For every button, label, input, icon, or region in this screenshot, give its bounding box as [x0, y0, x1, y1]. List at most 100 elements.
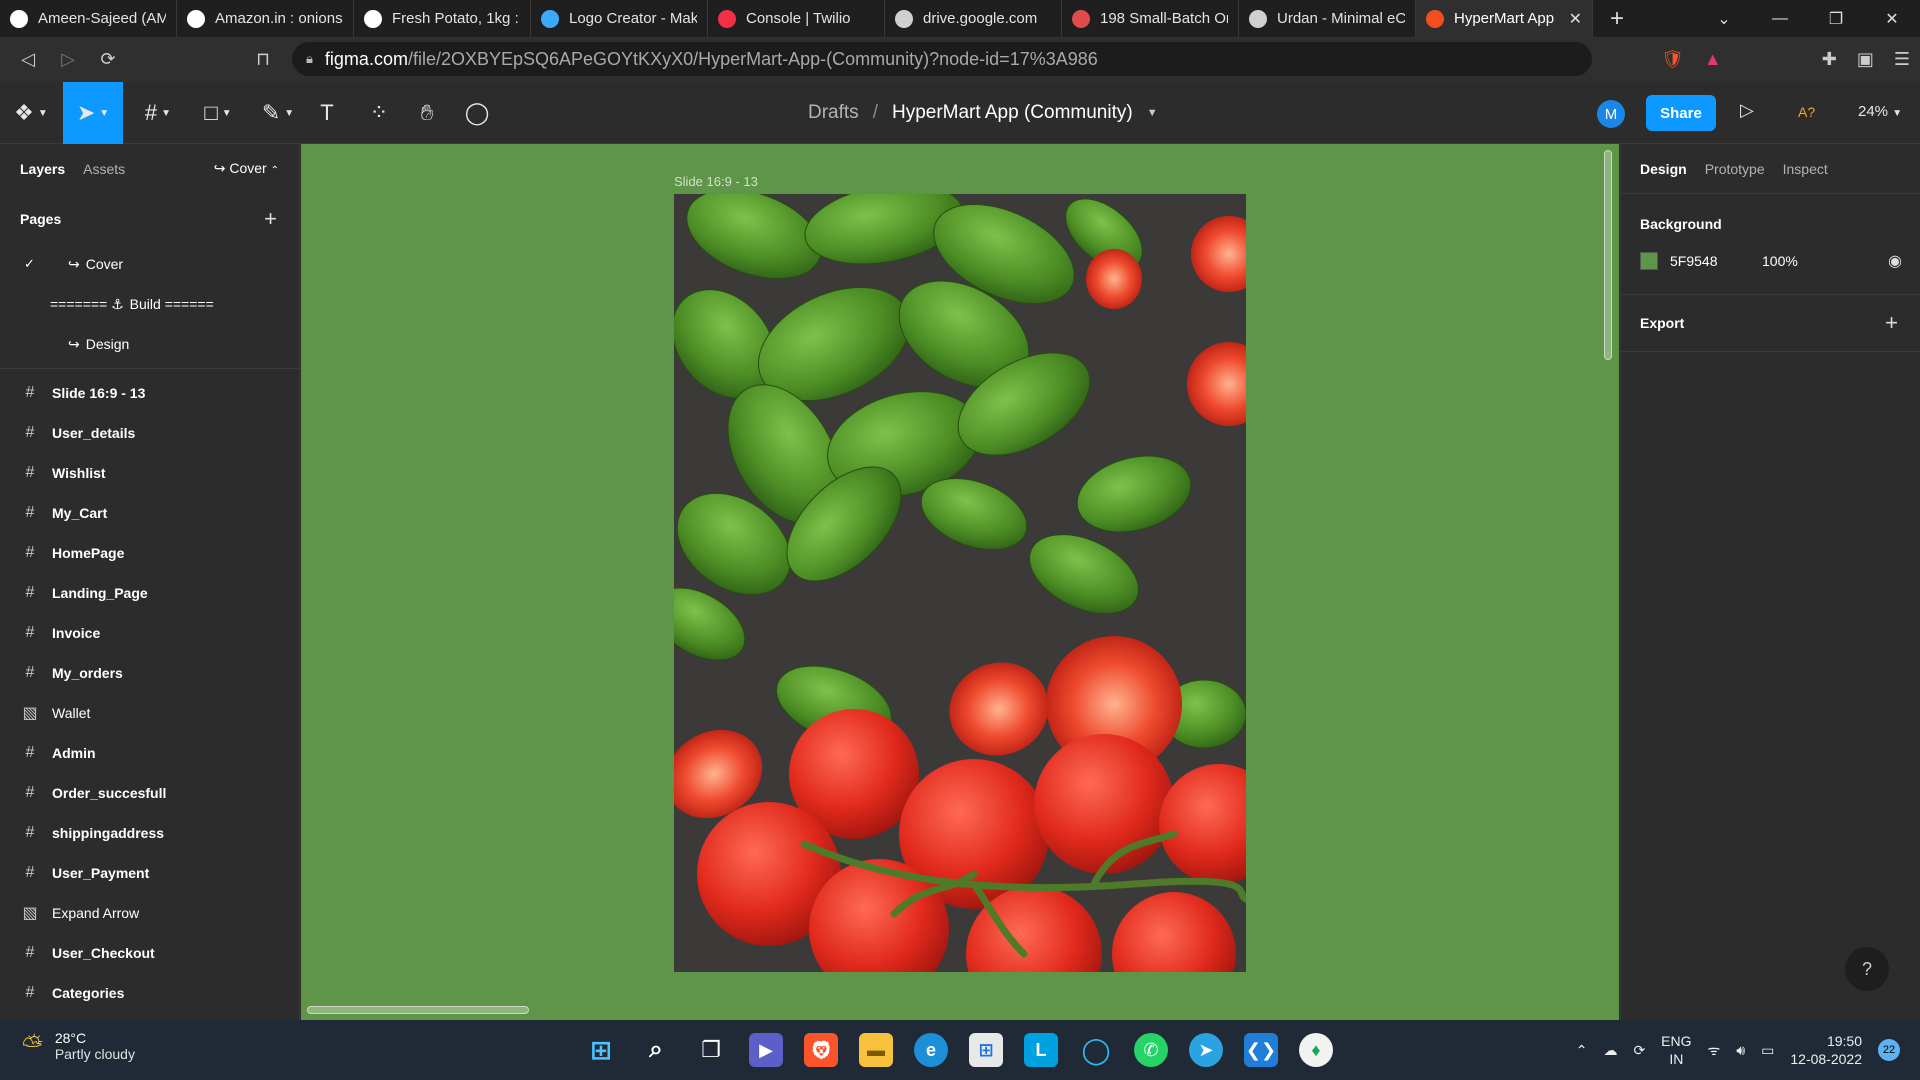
file-name[interactable]: HyperMart App (Community): [892, 102, 1133, 124]
brave-rewards-icon[interactable]: ▲: [1704, 49, 1722, 70]
comment-tool-button[interactable]: ◯: [462, 82, 492, 144]
file-explorer-icon[interactable]: ▬: [859, 1033, 893, 1067]
add-page-icon[interactable]: +: [264, 206, 277, 232]
add-export-icon[interactable]: +: [1885, 310, 1898, 336]
mongodb-compass-icon[interactable]: ♦: [1299, 1033, 1333, 1067]
minimize-icon[interactable]: —: [1752, 0, 1808, 37]
layer-item[interactable]: ▧ Expand Arrow: [0, 893, 299, 933]
main-menu-button[interactable]: ❖ ▼: [8, 82, 54, 144]
vertical-scrollbar[interactable]: [1604, 150, 1612, 360]
volume-icon[interactable]: 🔊︎: [1736, 1042, 1745, 1059]
browser-tab[interactable]: Console | Twilio: [708, 0, 885, 37]
menu-icon[interactable]: ☰: [1894, 49, 1910, 70]
wallet-icon[interactable]: ▣: [1857, 49, 1874, 70]
slide-frame-image[interactable]: [674, 194, 1246, 972]
teams-chat-icon[interactable]: ▶: [749, 1033, 783, 1067]
accessibility-badge[interactable]: A?: [1798, 104, 1815, 120]
browser-tab[interactable]: Urdan - Minimal eC: [1239, 0, 1416, 37]
hand-tool-button[interactable]: ✋︎: [412, 82, 442, 144]
whatsapp-icon[interactable]: ✆: [1134, 1033, 1168, 1067]
layer-item[interactable]: # Slide 16:9 - 13: [0, 373, 299, 413]
layer-item[interactable]: # Invoice: [0, 613, 299, 653]
layer-item[interactable]: # User_Checkout: [0, 933, 299, 973]
restore-icon[interactable]: ❐: [1808, 0, 1864, 37]
layer-item[interactable]: # My_orders: [0, 653, 299, 693]
browser-tab[interactable]: drive.google.com: [885, 0, 1062, 37]
background-color-swatch[interactable]: [1640, 252, 1658, 270]
layer-item[interactable]: # Order_succesfull: [0, 773, 299, 813]
layer-item[interactable]: # Wishlist: [0, 453, 299, 493]
bookmark-icon[interactable]: ⊓: [243, 49, 283, 70]
frame-label[interactable]: Slide 16:9 - 13: [674, 174, 758, 189]
layer-item[interactable]: # Admin: [0, 733, 299, 773]
layer-item[interactable]: # User_details: [0, 413, 299, 453]
layer-item[interactable]: # shippingaddress: [0, 813, 299, 853]
vscode-icon[interactable]: ❮❯: [1244, 1033, 1278, 1067]
layer-item[interactable]: ▧ Wallet: [0, 693, 299, 733]
tab-layers[interactable]: Layers: [20, 161, 65, 177]
layer-item[interactable]: # Categories: [0, 973, 299, 1013]
text-tool-button[interactable]: T: [312, 82, 342, 144]
forward-icon[interactable]: ▷: [48, 49, 88, 70]
task-view-icon[interactable]: ❐: [694, 1033, 728, 1067]
lucid-app-icon[interactable]: L: [1024, 1033, 1058, 1067]
tab-prototype[interactable]: Prototype: [1705, 161, 1765, 177]
chevron-up-icon[interactable]: ⌃: [1576, 1042, 1588, 1059]
current-page-selector[interactable]: ↪ Cover ⌃: [214, 160, 279, 177]
layer-item[interactable]: # Landing_Page: [0, 573, 299, 613]
clock[interactable]: 19:50 12-08-2022: [1790, 1032, 1862, 1068]
browser-tab[interactable]: Fresh Potato, 1kg : A: [354, 0, 531, 37]
search-icon[interactable]: ⌕: [639, 1033, 673, 1067]
tab-design[interactable]: Design: [1640, 161, 1687, 177]
layer-item[interactable]: # HomePage: [0, 533, 299, 573]
horizontal-scrollbar[interactable]: [307, 1006, 529, 1014]
telegram-icon[interactable]: ➤: [1189, 1033, 1223, 1067]
language-indicator[interactable]: ENG IN: [1661, 1032, 1691, 1068]
brave-shield-icon[interactable]: 🛡︎: [1661, 49, 1684, 70]
tab-inspect[interactable]: Inspect: [1783, 161, 1828, 177]
url-input[interactable]: 🔒︎ figma.com/file/2OXBYEpSQ6APeGOYtKXyX0…: [292, 42, 1592, 76]
page-item[interactable]: ✓ ↪ Cover: [0, 244, 299, 284]
browser-tab[interactable]: HyperMart App ✕: [1416, 0, 1593, 37]
layer-item[interactable]: # My_Cart: [0, 493, 299, 533]
browser-tab[interactable]: Ameen-Sajeed (AM: [0, 0, 177, 37]
tab-assets[interactable]: Assets: [83, 161, 125, 177]
edge-icon[interactable]: e: [914, 1033, 948, 1067]
reload-icon[interactable]: ⟳: [88, 49, 128, 70]
zoom-dropdown[interactable]: 24% ▼: [1858, 103, 1902, 120]
resources-button[interactable]: ⁘: [364, 82, 394, 144]
microsoft-store-icon[interactable]: ⊞: [969, 1033, 1003, 1067]
extensions-icon[interactable]: ✚: [1822, 49, 1837, 70]
page-item[interactable]: ======= ⚓ Build ======: [0, 284, 299, 324]
cortana-icon[interactable]: ◯: [1079, 1033, 1113, 1067]
move-tool-button[interactable]: ➤ ▼: [63, 82, 123, 144]
wifi-icon[interactable]: ᯤ: [1708, 1041, 1721, 1060]
pen-tool-button[interactable]: ✎ ▼: [253, 82, 303, 144]
help-button[interactable]: ?: [1845, 947, 1889, 991]
onedrive-cloud-icon[interactable]: ☁: [1603, 1042, 1617, 1059]
sync-icon[interactable]: ⟳: [1633, 1042, 1645, 1059]
notification-badge[interactable]: 22: [1878, 1039, 1900, 1061]
breadcrumb-drafts[interactable]: Drafts: [808, 102, 859, 124]
page-item[interactable]: ↪ Design: [0, 324, 299, 364]
tab-search-icon[interactable]: ⌄: [1696, 0, 1752, 37]
new-tab-icon[interactable]: +: [1593, 0, 1641, 37]
layer-item[interactable]: # User_Payment: [0, 853, 299, 893]
browser-tab[interactable]: Amazon.in : onions: [177, 0, 354, 37]
weather-widget[interactable]: ⛅︎ 28°C Partly cloudy: [22, 1030, 135, 1062]
browser-tab[interactable]: Logo Creator - Mak: [531, 0, 708, 37]
eye-icon[interactable]: ◉: [1888, 251, 1902, 271]
chevron-down-icon[interactable]: ▼: [1147, 107, 1158, 119]
frame-tool-button[interactable]: # ▼: [133, 82, 183, 144]
present-play-icon[interactable]: ▷: [1740, 100, 1754, 121]
design-canvas[interactable]: Slide 16:9 - 13: [301, 144, 1619, 1020]
share-button[interactable]: Share: [1646, 95, 1716, 131]
back-icon[interactable]: ◁: [8, 49, 48, 70]
browser-tab[interactable]: 198 Small-Batch Or: [1062, 0, 1239, 37]
avatar[interactable]: M: [1597, 100, 1625, 128]
brave-browser-icon[interactable]: 🦁︎: [804, 1033, 838, 1067]
background-hex-input[interactable]: 5F9548: [1670, 253, 1717, 269]
close-window-icon[interactable]: ✕: [1864, 0, 1920, 37]
background-opacity-input[interactable]: 100%: [1762, 253, 1798, 269]
start-windows-icon[interactable]: ⊞: [584, 1033, 618, 1067]
